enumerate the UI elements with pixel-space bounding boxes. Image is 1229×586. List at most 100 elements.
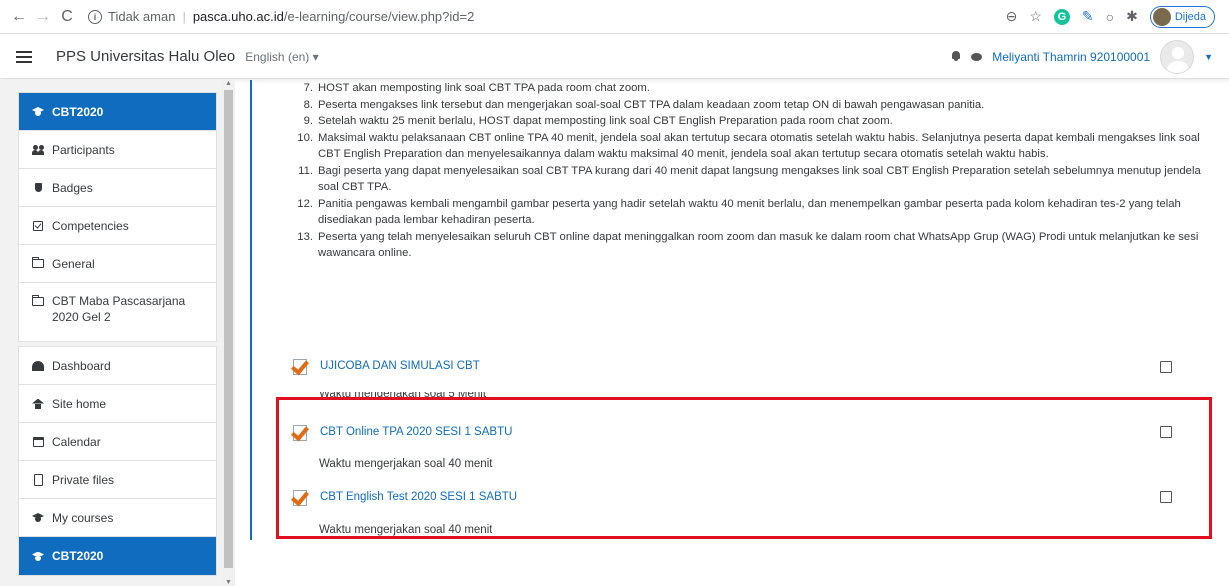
instruction-item: 7. HOST akan memposting link soal CBT TPA… <box>268 80 1218 97</box>
instruction-text: Peserta mengakses link tersebut dan meng… <box>318 98 985 111</box>
site-nav-group: Dashboard Site home Calendar Private fil… <box>18 346 217 576</box>
user-name[interactable]: Meliyanti Thamrin 920100001 <box>992 50 1150 64</box>
highlight-box <box>276 397 1212 539</box>
sidebar-item-label: Competencies <box>52 218 129 233</box>
instruction-number: 8. <box>303 98 313 111</box>
feather-extension-icon[interactable]: ✎ <box>1082 8 1094 25</box>
instruction-number: 13. <box>297 230 313 243</box>
graduation-cap-icon <box>31 107 45 116</box>
folder-icon <box>31 257 45 268</box>
file-icon <box>31 473 45 486</box>
circle-extension-icon[interactable]: ○ <box>1106 9 1114 25</box>
sidebar-item-label: My courses <box>52 510 114 525</box>
instruction-item: 13. Peserta yang telah menyelesaikan selu… <box>268 229 1218 262</box>
browser-actions: ⊖ ☆ G ✎ ○ ✱ Dijeda <box>1006 5 1215 28</box>
instruction-item: 10. Maksimal waktu pelaksanaan CBT online… <box>268 130 1218 163</box>
instructions-list: 7. HOST akan memposting link soal CBT TPA… <box>268 80 1218 262</box>
sidebar-item-label: Site home <box>52 396 107 411</box>
sidebar-item-label: CBT2020 <box>52 104 104 119</box>
instruction-number: 9. <box>303 115 313 127</box>
instruction-number: 11. <box>298 164 313 177</box>
instruction-text: Peserta yang telah menyelesaikan seluruh… <box>318 230 1199 260</box>
instruction-item: 11. Bagi peserta yang dapat menyelesaikan… <box>268 163 1218 196</box>
sidebar-item-my-courses[interactable]: My courses <box>19 499 216 537</box>
profile-avatar <box>1152 7 1171 26</box>
language-menu[interactable]: English (en) ▾ <box>245 50 318 64</box>
chat-icon[interactable] <box>971 52 983 61</box>
sidebar-item-label: Calendar <box>52 434 101 449</box>
check-square-icon <box>31 220 45 231</box>
graduation-cap-icon <box>31 513 45 522</box>
instruction-text: Maksimal waktu pelaksanaan CBT online TP… <box>318 131 1200 161</box>
caret-down-icon[interactable]: ▼ <box>1204 52 1213 62</box>
scrollbar-thumb[interactable] <box>224 90 233 568</box>
instruction-item: 9. Setelah waktu 25 menit berlalu, HOST d… <box>268 113 1218 130</box>
instruction-number: 12. <box>297 197 313 210</box>
zoom-icon[interactable]: ⊖ <box>1006 8 1018 25</box>
user-menu-area: Meliyanti Thamrin 920100001 ▼ <box>951 39 1213 74</box>
sidebar-item-participants[interactable]: Participants <box>19 131 216 169</box>
menu-toggle-icon[interactable] <box>16 50 32 63</box>
section-accent-border <box>250 80 252 540</box>
security-label: Tidak aman <box>108 9 176 24</box>
dashboard-icon <box>31 360 45 371</box>
url-path: /e-learning/course/view.php?id=2 <box>283 9 475 24</box>
completion-checkbox[interactable] <box>1160 361 1172 373</box>
instruction-item: 12. Panitia pengawas kembali mengambil ga… <box>268 196 1218 229</box>
activity-link[interactable]: UJICOBA DAN SIMULASI CBT <box>320 360 480 372</box>
instruction-text: Setelah waktu 25 menit berlalu, HOST dap… <box>318 115 893 127</box>
graduation-cap-icon <box>31 552 45 561</box>
instruction-item: 8. Peserta mengakses link tersebut dan me… <box>268 97 1218 114</box>
sidebar-item-calendar[interactable]: Calendar <box>19 423 216 461</box>
info-icon[interactable]: i <box>88 9 102 24</box>
address-bar[interactable]: i Tidak aman | pasca.uho.ac.id/e-learnin… <box>88 5 1006 29</box>
sidebar-item-cbt2020-course[interactable]: CBT2020 <box>19 537 216 575</box>
url-host: pasca.uho.ac.id <box>192 9 284 24</box>
instruction-text: Panitia pengawas kembali mengambil gamba… <box>318 197 1181 227</box>
star-icon[interactable]: ☆ <box>1029 8 1042 25</box>
instruction-number: 7. <box>303 82 313 94</box>
sidebar-item-label: Private files <box>52 472 115 487</box>
sidebar-item-dashboard[interactable]: Dashboard <box>19 347 216 385</box>
address-separator: | <box>182 9 186 24</box>
sidebar-item-cbt2020[interactable]: CBT2020 <box>19 93 216 131</box>
sidebar-item-label: Participants <box>52 142 115 157</box>
instruction-text: Bagi peserta yang dapat menyelesaikan so… <box>318 164 1201 194</box>
site-name[interactable]: PPS Universitas Halu Oleo <box>56 48 235 65</box>
drawer-scrollbar[interactable]: ▲ ▼ <box>222 80 235 586</box>
quiz-icon <box>291 356 312 376</box>
sidebar-item-badges[interactable]: Badges <box>19 169 216 207</box>
shield-icon <box>31 183 45 192</box>
instruction-number: 10. <box>297 131 313 144</box>
sidebar-item-site-home[interactable]: Site home <box>19 385 216 423</box>
profile-name: Dijeda <box>1174 10 1206 23</box>
reload-icon[interactable]: C <box>56 6 78 28</box>
sidebar-item-private-files[interactable]: Private files <box>19 461 216 499</box>
sidebar-item-cbt-maba[interactable]: CBT Maba Pascasarjana 2020 Gel 2 <box>19 283 216 341</box>
sidebar-item-competencies[interactable]: Competencies <box>19 207 216 245</box>
course-nav-group: CBT2020 Participants Badges Competencies… <box>18 92 217 342</box>
sidebar-item-label: CBT Maba Pascasarjana 2020 Gel 2 <box>52 294 186 324</box>
sidebar-item-general[interactable]: General <box>19 245 216 283</box>
scroll-up-icon[interactable]: ▲ <box>225 80 232 87</box>
folder-icon <box>31 295 45 306</box>
puzzle-icon[interactable]: ✱ <box>1126 8 1138 25</box>
back-icon[interactable]: ← <box>8 6 30 28</box>
users-icon <box>31 144 45 155</box>
sidebar-item-label: Badges <box>52 180 93 195</box>
forward-icon[interactable]: → <box>32 6 54 28</box>
browser-toolbar: ← → C i Tidak aman | pasca.uho.ac.id/e-l… <box>0 0 1229 34</box>
instruction-text: HOST akan memposting link soal CBT TPA p… <box>318 82 650 94</box>
home-icon <box>31 399 45 409</box>
avatar[interactable] <box>1160 39 1195 74</box>
bell-icon[interactable] <box>951 51 961 62</box>
sidebar-item-label: General <box>52 256 95 271</box>
scroll-down-icon[interactable]: ▼ <box>225 579 232 586</box>
sidebar-item-label: Dashboard <box>52 358 111 373</box>
grammarly-extension-icon[interactable]: G <box>1053 8 1070 25</box>
activity-ujicoba: UJICOBA DAN SIMULASI CBT <box>291 355 480 377</box>
site-navbar: PPS Universitas Halu Oleo English (en) ▾… <box>0 35 1229 79</box>
calendar-icon <box>31 436 45 447</box>
profile-button[interactable]: Dijeda <box>1149 5 1215 28</box>
sidebar-item-label: CBT2020 <box>52 549 104 563</box>
